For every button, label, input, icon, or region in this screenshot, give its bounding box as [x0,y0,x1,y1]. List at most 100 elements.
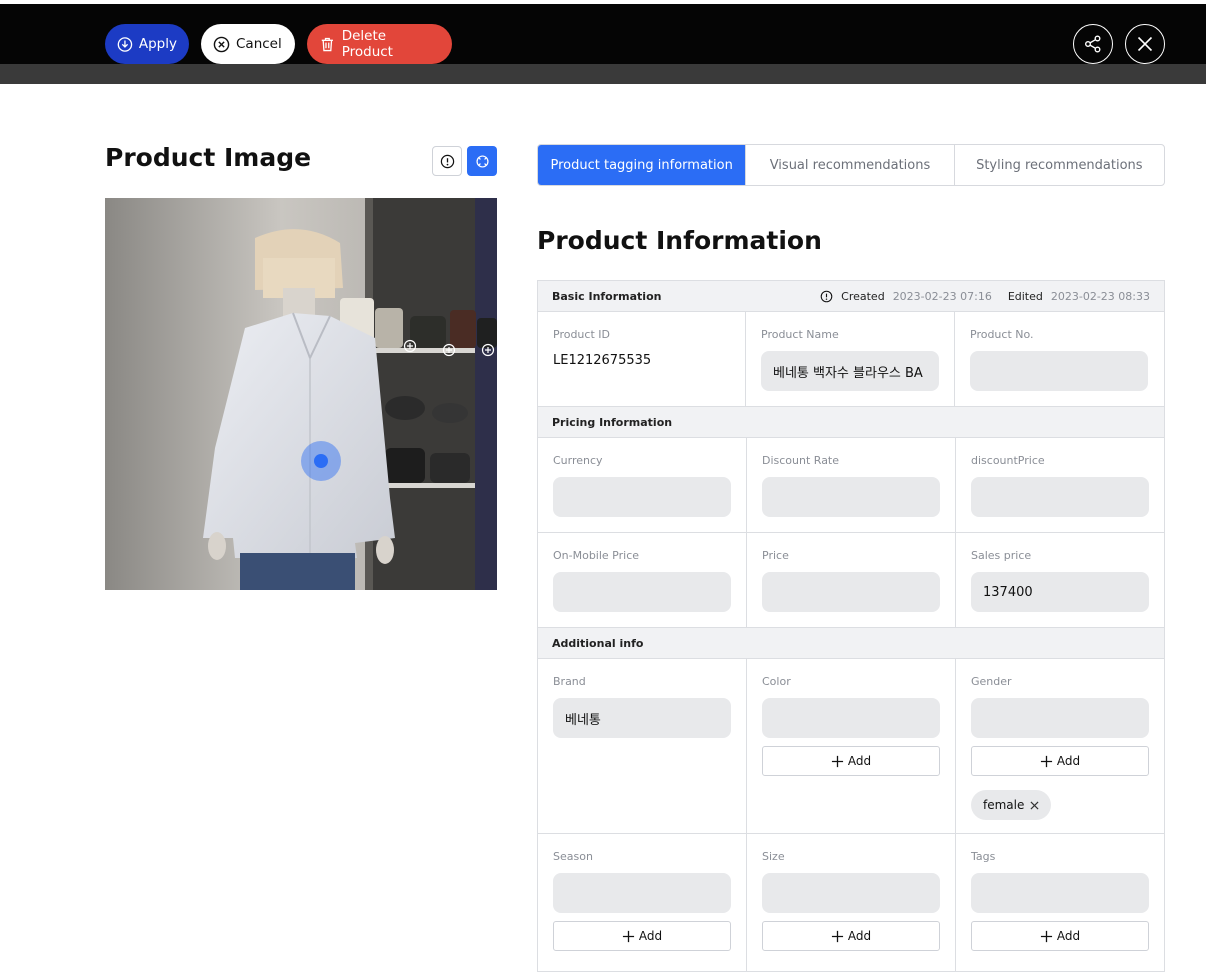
tags-field[interactable] [971,873,1149,913]
plus-icon [831,930,843,942]
tab-visual-recommendations[interactable]: Visual recommendations [746,145,955,185]
product-name-label: Product Name [761,328,839,341]
pricing-info-label: Pricing Information [552,415,673,429]
product-no-field[interactable] [970,351,1148,391]
product-photo[interactable] [105,198,497,590]
basic-info-row: Product ID LE1212675535 Product Name 베네통… [538,312,1164,407]
add-season-button[interactable]: Add [553,921,731,951]
tab-product-tagging[interactable]: Product tagging information [538,145,747,185]
basic-info-label: Basic Information [552,289,662,303]
season-cell: Season Add [538,834,747,971]
apply-button[interactable]: Apply [105,24,189,64]
discount-price-cell: discountPrice [956,438,1164,532]
image-info-button[interactable] [432,146,462,176]
additional-info-header: Additional info [538,628,1164,659]
tab-styling-recommendations[interactable]: Styling recommendations [955,145,1164,185]
share-icon [1085,35,1101,53]
discount-rate-cell: Discount Rate [747,438,956,532]
delete-product-button[interactable]: Delete Product [307,24,452,64]
add-label: Add [638,929,663,943]
discount-price-field[interactable] [971,477,1149,517]
plus-icon [622,930,634,942]
color-label: Color [762,675,791,688]
image-focus-button[interactable] [467,146,497,176]
plus-icon [831,755,843,767]
product-information-title: Product Information [537,226,822,255]
cancel-label: Cancel [236,36,282,52]
brand-cell: Brand 베네통 [538,659,747,833]
brand-field[interactable]: 베네통 [553,698,731,738]
pricing-info-header: Pricing Information [538,407,1164,438]
tags-label: Tags [971,850,996,863]
close-icon [1137,36,1153,52]
delete-label: Delete Product [341,28,393,60]
created-label: Created [841,290,885,303]
gender-tag-label: female [983,798,1025,812]
add-size-button[interactable]: Add [762,921,940,951]
share-button[interactable] [1073,24,1113,64]
timestamps: Created 2023-02-23 07:16 Edited 2023-02-… [820,281,1150,312]
mobile-price-cell: On-Mobile Price [538,533,747,627]
additional-row-1: Brand 베네통 Color Add Gender Add female [538,659,1164,834]
plus-icon [1040,930,1052,942]
price-field[interactable] [762,572,940,612]
product-info-grid: Basic Information Created 2023-02-23 07:… [537,280,1165,972]
currency-field[interactable] [553,477,731,517]
product-id-cell: Product ID LE1212675535 [538,312,746,406]
info-icon [820,290,833,303]
brand-label: Brand [553,675,586,688]
tags-cell: Tags Add [956,834,1164,971]
mannequin-photo-illustration [105,198,497,590]
additional-row-2: Season Add Size Add Tags Add [538,834,1164,971]
created-value: 2023-02-23 07:16 [892,290,992,303]
cancel-button[interactable]: Cancel [201,24,295,64]
add-label: Add [1056,754,1081,768]
product-image-title: Product Image [105,143,312,172]
gender-label: Gender [971,675,1012,688]
product-name-cell: Product Name 베네통 백자수 블라우스 BA [746,312,955,406]
pricing-row-1: Currency Discount Rate discountPrice [538,438,1164,533]
currency-label: Currency [553,454,603,467]
mobile-price-label: On-Mobile Price [553,549,640,562]
size-field[interactable] [762,873,940,913]
gender-cell: Gender Add female [956,659,1164,833]
price-cell: Price [747,533,956,627]
mobile-price-field[interactable] [553,572,731,612]
currency-cell: Currency [538,438,747,532]
season-field[interactable] [553,873,731,913]
color-cell: Color Add [747,659,956,833]
edited-value: 2023-02-23 08:33 [1050,290,1150,303]
product-name-field[interactable]: 베네통 백자수 블라우스 BA [761,351,939,391]
add-label: Add [1056,929,1081,943]
focus-icon [475,154,489,168]
basic-info-header: Basic Information Created 2023-02-23 07:… [538,281,1164,312]
product-no-label: Product No. [970,328,1034,341]
gender-field[interactable] [971,698,1149,738]
sales-price-field[interactable]: 137400 [971,572,1149,612]
price-label: Price [762,549,789,562]
remove-tag-icon[interactable] [1030,800,1039,810]
season-label: Season [553,850,593,863]
sales-price-cell: Sales price 137400 [956,533,1164,627]
edited-label: Edited [1007,290,1043,303]
add-label: Add [847,754,872,768]
close-button[interactable] [1125,24,1165,64]
discount-rate-label: Discount Rate [762,454,840,467]
discount-price-label: discountPrice [971,454,1045,467]
add-tags-button[interactable]: Add [971,921,1149,951]
color-field[interactable] [762,698,940,738]
trash-icon [321,37,333,51]
pricing-row-2: On-Mobile Price Price Sales price 137400 [538,533,1164,628]
add-gender-button[interactable]: Add [971,746,1149,776]
cancel-icon [213,36,230,52]
add-color-button[interactable]: Add [762,746,940,776]
discount-rate-field[interactable] [762,477,940,517]
product-id-value: LE1212675535 [553,353,652,368]
product-no-cell: Product No. [955,312,1164,406]
info-tabs: Product tagging information Visual recom… [537,144,1165,186]
sales-price-label: Sales price [971,549,1032,562]
add-label: Add [847,929,872,943]
apply-icon [117,36,133,52]
size-cell: Size Add [747,834,956,971]
additional-info-label: Additional info [552,636,644,650]
